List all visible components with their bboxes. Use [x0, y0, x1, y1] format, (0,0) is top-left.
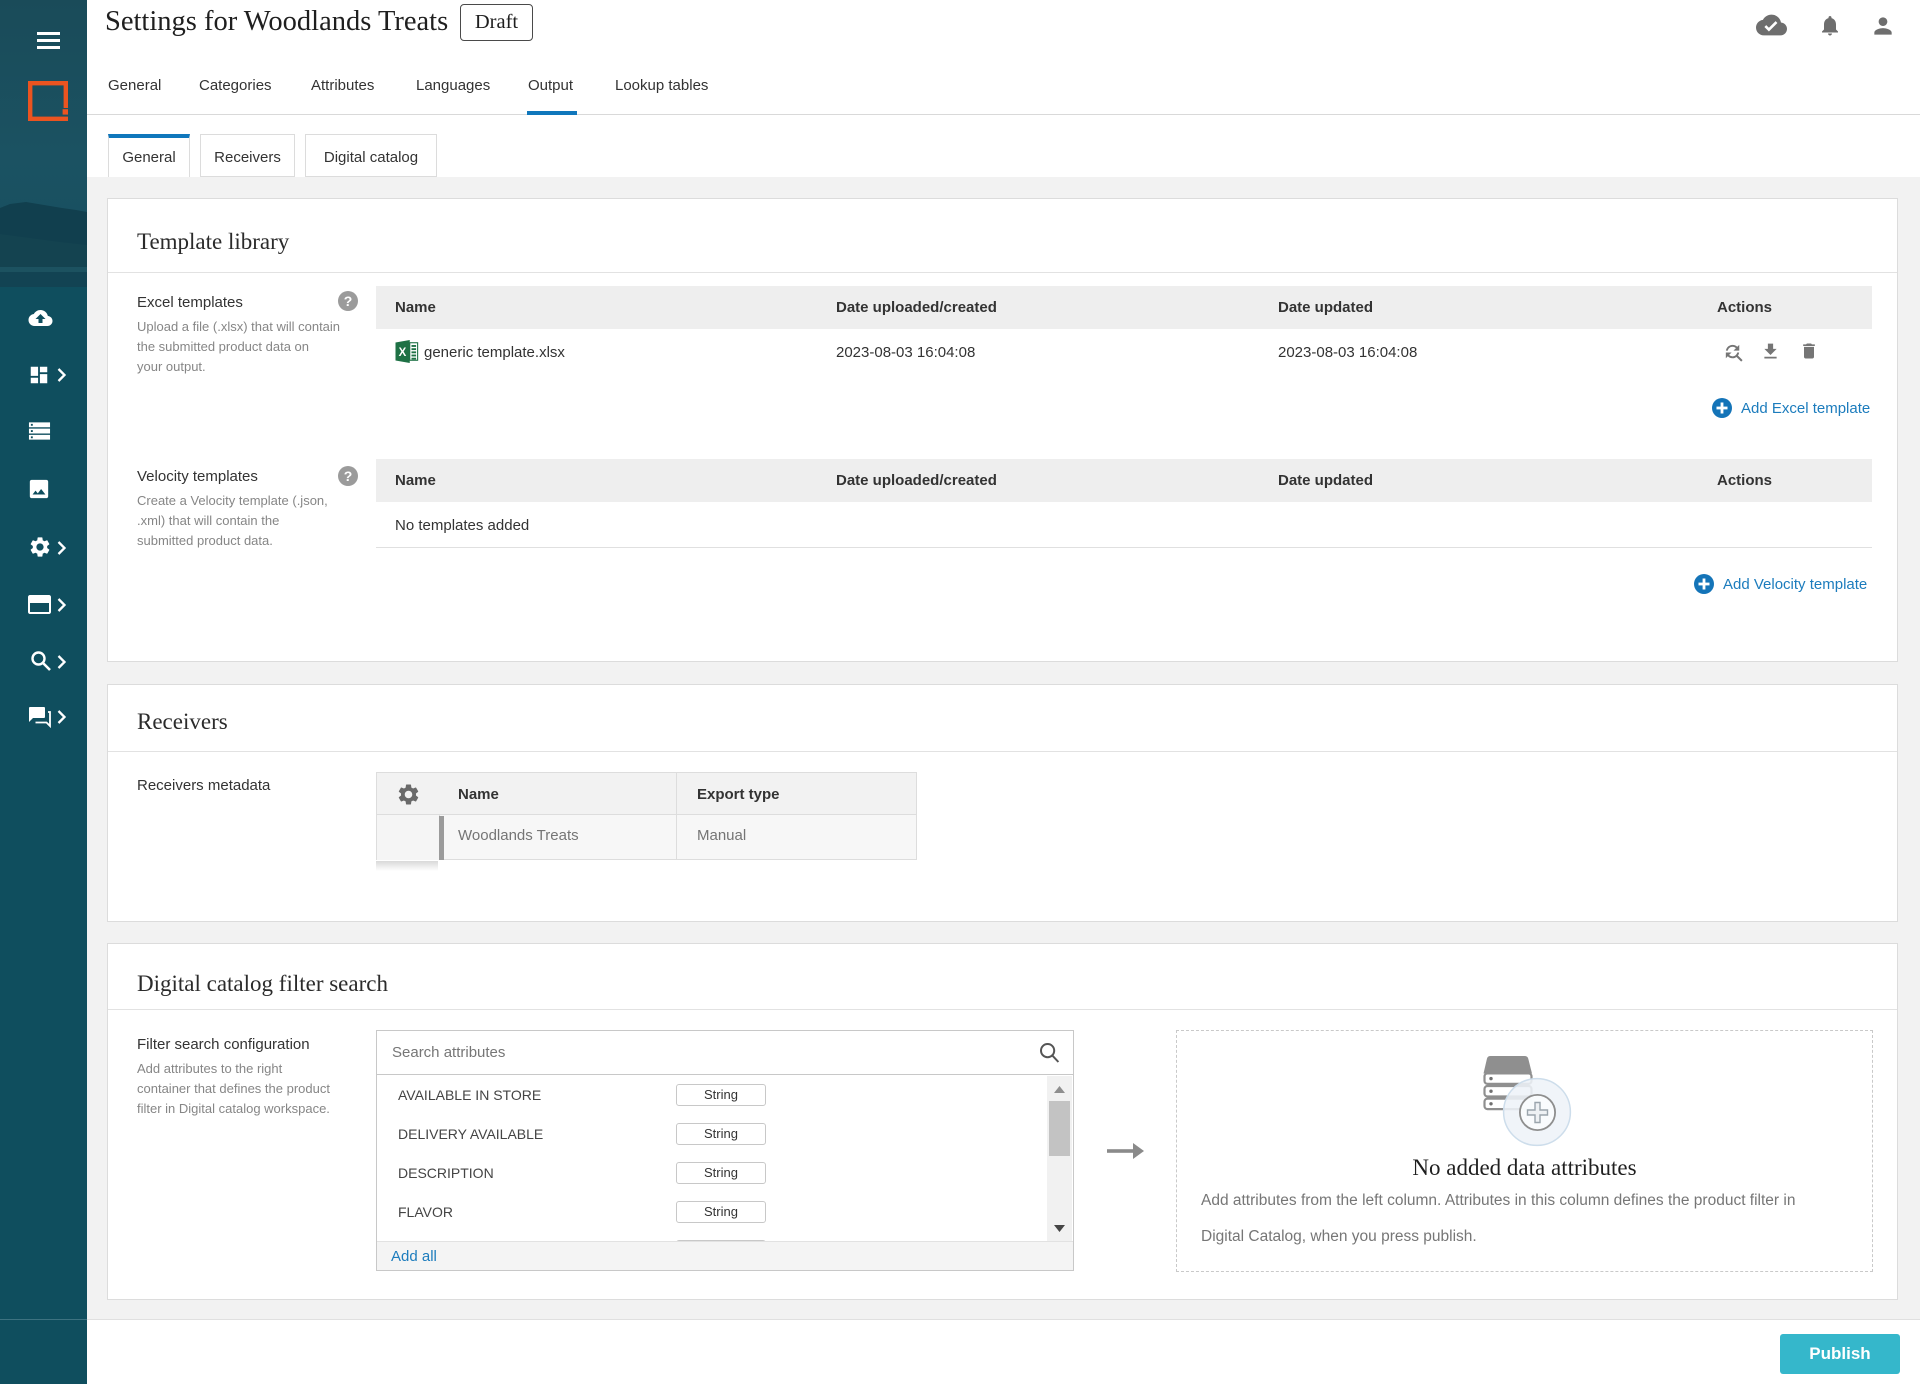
svg-text:X: X [399, 347, 407, 359]
